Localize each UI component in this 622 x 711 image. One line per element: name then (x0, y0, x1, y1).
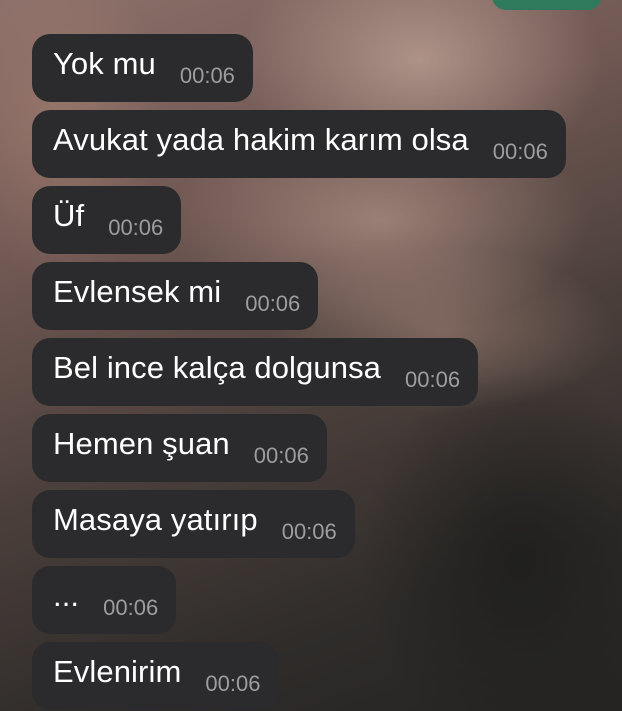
message-timestamp: 00:06 (205, 671, 261, 696)
message-timestamp: 00:06 (179, 63, 235, 88)
message-text: Masaya yatırıp (53, 502, 258, 537)
message-text: ... (53, 578, 80, 613)
message-timestamp: 00:06 (405, 367, 461, 392)
message-text: Evlenirim (53, 654, 182, 689)
message-text: Hemen şuan (53, 426, 230, 461)
outgoing-message-bubble-partial[interactable] (492, 0, 602, 10)
message-text: Avukat yada hakim karım olsa (53, 122, 469, 157)
message-text: Bel ince kalça dolgunsa (53, 350, 382, 385)
message-timestamp: 00:06 (103, 595, 159, 620)
incoming-message-bubble[interactable]: Yok mu 00:06 (32, 34, 253, 102)
incoming-message-bubble[interactable]: Masaya yatırıp 00:06 (32, 490, 355, 558)
incoming-message-bubble[interactable]: ... 00:06 (32, 566, 177, 634)
incoming-message-bubble[interactable]: Evlenirim 00:06 (32, 642, 279, 710)
message-timestamp: 00:06 (108, 215, 164, 240)
message-timestamp: 00:06 (281, 519, 337, 544)
message-text: Yok mu (53, 46, 156, 81)
incoming-message-bubble[interactable]: Hemen şuan 00:06 (32, 414, 327, 482)
message-text: Üf (53, 198, 85, 233)
message-timestamp: 00:06 (245, 291, 301, 316)
message-text: Evlensek mi (53, 274, 222, 309)
incoming-message-bubble[interactable]: Avukat yada hakim karım olsa 00:06 (32, 110, 566, 178)
incoming-message-bubble[interactable]: Bel ince kalça dolgunsa 00:06 (32, 338, 479, 406)
incoming-message-bubble[interactable]: Üf 00:06 (32, 186, 182, 254)
message-timestamp: 00:06 (253, 443, 309, 468)
message-timestamp: 00:06 (492, 139, 548, 164)
incoming-message-bubble[interactable]: Evlensek mi 00:06 (32, 262, 319, 330)
